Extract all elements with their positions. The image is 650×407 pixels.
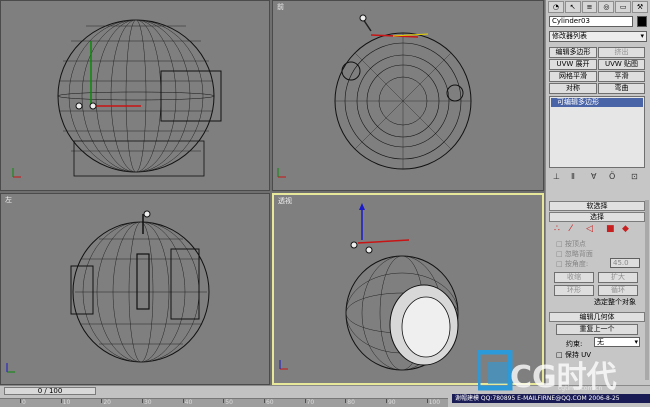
ruler-tick-label: 50 [225, 399, 233, 406]
ruler-tick [263, 399, 265, 403]
track-ruler[interactable]: 0 10 20 30 40 50 60 70 80 90 100 [0, 398, 448, 407]
subobject-icons: ∴ ⁄ ◁ ■ ◆ [554, 224, 644, 236]
ruler-tick [345, 399, 347, 403]
modifier-list-dropdown[interactable]: 修改器列表 ▾ [549, 31, 647, 42]
hierarchy-icon: ≡ [586, 3, 593, 11]
border-icon[interactable]: ◁ [586, 224, 593, 234]
grow-button[interactable]: 扩大 [598, 272, 638, 283]
uvw-map-button[interactable]: UVW 贴图 [598, 59, 645, 70]
object-color-swatch[interactable] [637, 16, 647, 27]
by-vertex-option[interactable]: □ 按顶点 [556, 239, 586, 249]
extrude-button[interactable]: 挤出 [598, 47, 645, 58]
ruler-tick [385, 399, 387, 403]
viewport-front[interactable] [0, 0, 270, 191]
by-angle-option[interactable]: □ 按角度: [556, 259, 588, 269]
logo-url: cgtime.com.cn [558, 385, 603, 392]
stack-item-editable-poly[interactable]: 可编辑多边形 [551, 98, 643, 107]
ruler-tick-label: 100 [428, 399, 441, 406]
hammer-icon: ⚒ [636, 3, 644, 11]
show-result-icon[interactable]: Ⅱ [571, 172, 575, 181]
unique-icon[interactable]: ∀ [591, 172, 596, 181]
ruler-tick-label: 70 [306, 399, 315, 406]
hierarchy-tab[interactable]: ≡ [581, 1, 598, 13]
object-name-field[interactable]: Cylinder03 [549, 16, 633, 27]
ring-button[interactable]: 环形 [554, 285, 594, 296]
polygon-icon[interactable]: ■ [606, 224, 615, 234]
shrink-button[interactable]: 收缩 [554, 272, 594, 283]
top-wireframe [277, 14, 472, 178]
ruler-tick [426, 399, 428, 403]
ruler-tick [141, 399, 143, 403]
pin-icon[interactable]: ⊥ [553, 172, 560, 181]
edge-icon[interactable]: ⁄ [570, 224, 572, 234]
cursor-icon: ↖ [569, 3, 576, 11]
ruler-tick-label: 10 [62, 399, 71, 406]
option-label: 按角度: [564, 260, 589, 268]
command-panel: ◔ ↖ ≡ ◎ ▭ ⚒ Cylinder03 修改器列表 ▾ 编辑多边形 挤出 … [545, 0, 650, 392]
loop-button[interactable]: 循环 [598, 285, 638, 296]
ruler-tick-label: 20 [103, 399, 111, 406]
option-label: 忽略背面 [564, 250, 593, 258]
ruler-tick [182, 399, 184, 403]
vertex-icon[interactable]: ∴ [554, 224, 560, 234]
panel-scrollbar[interactable] [645, 200, 649, 380]
modify-tab[interactable]: ↖ [564, 1, 581, 13]
smooth-button[interactable]: 平滑 [598, 71, 645, 82]
configure-icon[interactable]: ⊡ [631, 172, 638, 181]
modifier-list-label: 修改器列表 [552, 32, 587, 40]
motion-icon: ◎ [603, 3, 610, 11]
front-wireframe [12, 19, 222, 178]
ruler-tick-label: 30 [143, 399, 152, 406]
rollout-title: 选择 [590, 213, 604, 221]
repeat-last-button[interactable]: 重复上一个 [556, 324, 638, 335]
edit-poly-button[interactable]: 编辑多边形 [549, 47, 597, 58]
rollout-title: 编辑几何体 [579, 313, 615, 321]
chevron-down-icon: ▾ [634, 338, 638, 346]
constraint-dropdown[interactable]: 无 ▾ [594, 337, 640, 347]
ignore-backfacing-option[interactable]: □ 忽略背面 [556, 249, 593, 259]
edit-geometry-rollout[interactable]: 编辑几何体 [549, 312, 645, 322]
remove-modifier-icon[interactable]: Ö [609, 172, 615, 181]
selection-status: 选定整个对象 [594, 298, 636, 306]
ruler-tick [304, 399, 306, 403]
chevron-down-icon: ▾ [640, 32, 644, 40]
modifier-stack[interactable]: 可编辑多边形 [549, 96, 645, 168]
constraint-value: 无 [597, 338, 604, 346]
ruler-tick-label: 90 [387, 399, 396, 406]
ruler-tick [60, 399, 62, 403]
element-icon[interactable]: ◆ [622, 224, 629, 234]
ruler-tick-label: 0 [22, 399, 26, 406]
symmetry-button[interactable]: 对称 [549, 83, 597, 94]
ruler-tick-label: 80 [347, 399, 355, 406]
stack-item-label: 可编辑多边形 [557, 98, 599, 106]
soft-selection-rollout[interactable]: 软选择 [549, 201, 645, 211]
ruler-tick [223, 399, 225, 403]
utilities-tab[interactable]: ⚒ [632, 1, 648, 13]
constraint-label: 约束: [566, 340, 583, 348]
motion-tab[interactable]: ◎ [598, 1, 615, 13]
display-icon: ▭ [619, 3, 627, 11]
author-info: 谢帽建模 QQ:780895 E-MAILFIRNE@QQ.COM 2006-8… [452, 394, 650, 403]
create-tab[interactable]: ◔ [548, 1, 564, 13]
uvw-unwrap-button[interactable]: UVW 展开 [549, 59, 597, 70]
sphere-icon: ◔ [552, 3, 559, 11]
option-label: 按顶点 [564, 240, 586, 248]
display-tab[interactable]: ▭ [615, 1, 632, 13]
angle-value-field[interactable]: 45.0 [610, 258, 640, 268]
viewport-left[interactable]: 左 [0, 193, 270, 385]
ruler-tick [101, 399, 103, 403]
ruler-tick-label: 40 [184, 399, 193, 406]
panel-tabs: ◔ ↖ ≡ ◎ ▭ ⚒ [548, 1, 648, 13]
viewport-top[interactable]: 前 [272, 0, 544, 191]
time-slider[interactable]: 0 / 100 [4, 387, 96, 395]
meshsmooth-button[interactable]: 网格平滑 [549, 71, 597, 82]
rollout-title: 软选择 [586, 202, 608, 210]
left-wireframe [6, 210, 210, 373]
ruler-tick-label: 60 [265, 399, 274, 406]
stack-toolbar: ⊥ Ⅱ ∀ Ö ⊡ [549, 172, 645, 184]
ruler-tick [20, 399, 21, 403]
selection-rollout[interactable]: 选择 [549, 212, 645, 222]
bend-button[interactable]: 弯曲 [598, 83, 645, 94]
